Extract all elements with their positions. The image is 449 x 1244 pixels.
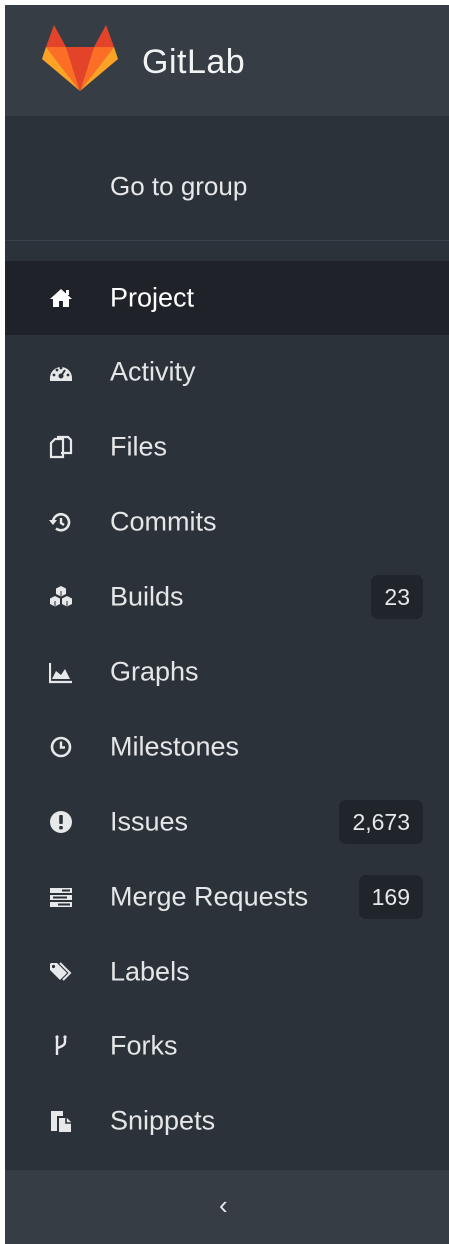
nav-item-label: Commits <box>110 506 217 537</box>
clock-icon <box>49 735 73 759</box>
nav-item-label: Activity <box>110 356 196 387</box>
nav-item-label: Milestones <box>110 731 240 762</box>
nav-item-label: Snippets <box>110 1105 216 1136</box>
chevron-left-icon: ‹ <box>219 1190 228 1220</box>
collapse-sidebar-button[interactable]: ‹ <box>5 1170 449 1244</box>
area-chart-icon <box>49 660 73 684</box>
issues-count-badge: 2,673 <box>339 799 423 844</box>
sidebar: GitLab Go to group Project Activity File… <box>5 5 449 1244</box>
nav-item-activity[interactable]: Activity <box>5 335 449 410</box>
nav-item-label: Merge Requests <box>110 881 309 912</box>
nav-item-label: Graphs <box>110 656 199 687</box>
nav-item-forks[interactable]: Forks <box>5 1009 449 1084</box>
nav-item-issues[interactable]: Issues 2,673 <box>5 784 449 859</box>
tasks-icon <box>49 885 73 909</box>
nav-item-merge-requests[interactable]: Merge Requests 169 <box>5 859 449 934</box>
files-icon <box>49 435 73 459</box>
nav-item-label: Labels <box>110 956 190 987</box>
merge-requests-count-badge: 169 <box>358 874 423 919</box>
code-fork-icon <box>49 1034 73 1058</box>
tags-icon <box>49 960 73 984</box>
cubes-icon <box>49 585 73 609</box>
go-to-group-label: Go to group <box>110 171 248 201</box>
project-nav: Project Activity Files Commits Builds 23… <box>5 261 449 1159</box>
nav-item-label: Project <box>110 282 195 313</box>
nav-item-snippets[interactable]: Snippets <box>5 1084 449 1159</box>
home-icon <box>49 286 73 310</box>
exclamation-circle-icon <box>49 810 73 834</box>
nav-item-builds[interactable]: Builds 23 <box>5 560 449 635</box>
nav-item-graphs[interactable]: Graphs <box>5 635 449 710</box>
nav-item-milestones[interactable]: Milestones <box>5 709 449 784</box>
app-title: GitLab <box>142 43 246 81</box>
nav-item-files[interactable]: Files <box>5 410 449 485</box>
nav-item-label: Builds <box>110 581 184 612</box>
sidebar-header[interactable]: GitLab <box>5 5 449 116</box>
clipboard-icon <box>49 1109 73 1133</box>
nav-item-project[interactable]: Project <box>5 261 449 335</box>
nav-item-label: Files <box>110 431 168 462</box>
nav-item-labels[interactable]: Labels <box>5 934 449 1009</box>
history-icon <box>49 510 73 534</box>
nav-item-label: Issues <box>110 806 189 837</box>
nav-item-commits[interactable]: Commits <box>5 485 449 560</box>
gitlab-logo-icon <box>42 25 118 91</box>
go-to-group-link[interactable]: Go to group <box>5 116 449 241</box>
builds-count-badge: 23 <box>371 575 423 620</box>
nav-item-label: Forks <box>110 1030 178 1061</box>
dashboard-icon <box>49 360 73 384</box>
